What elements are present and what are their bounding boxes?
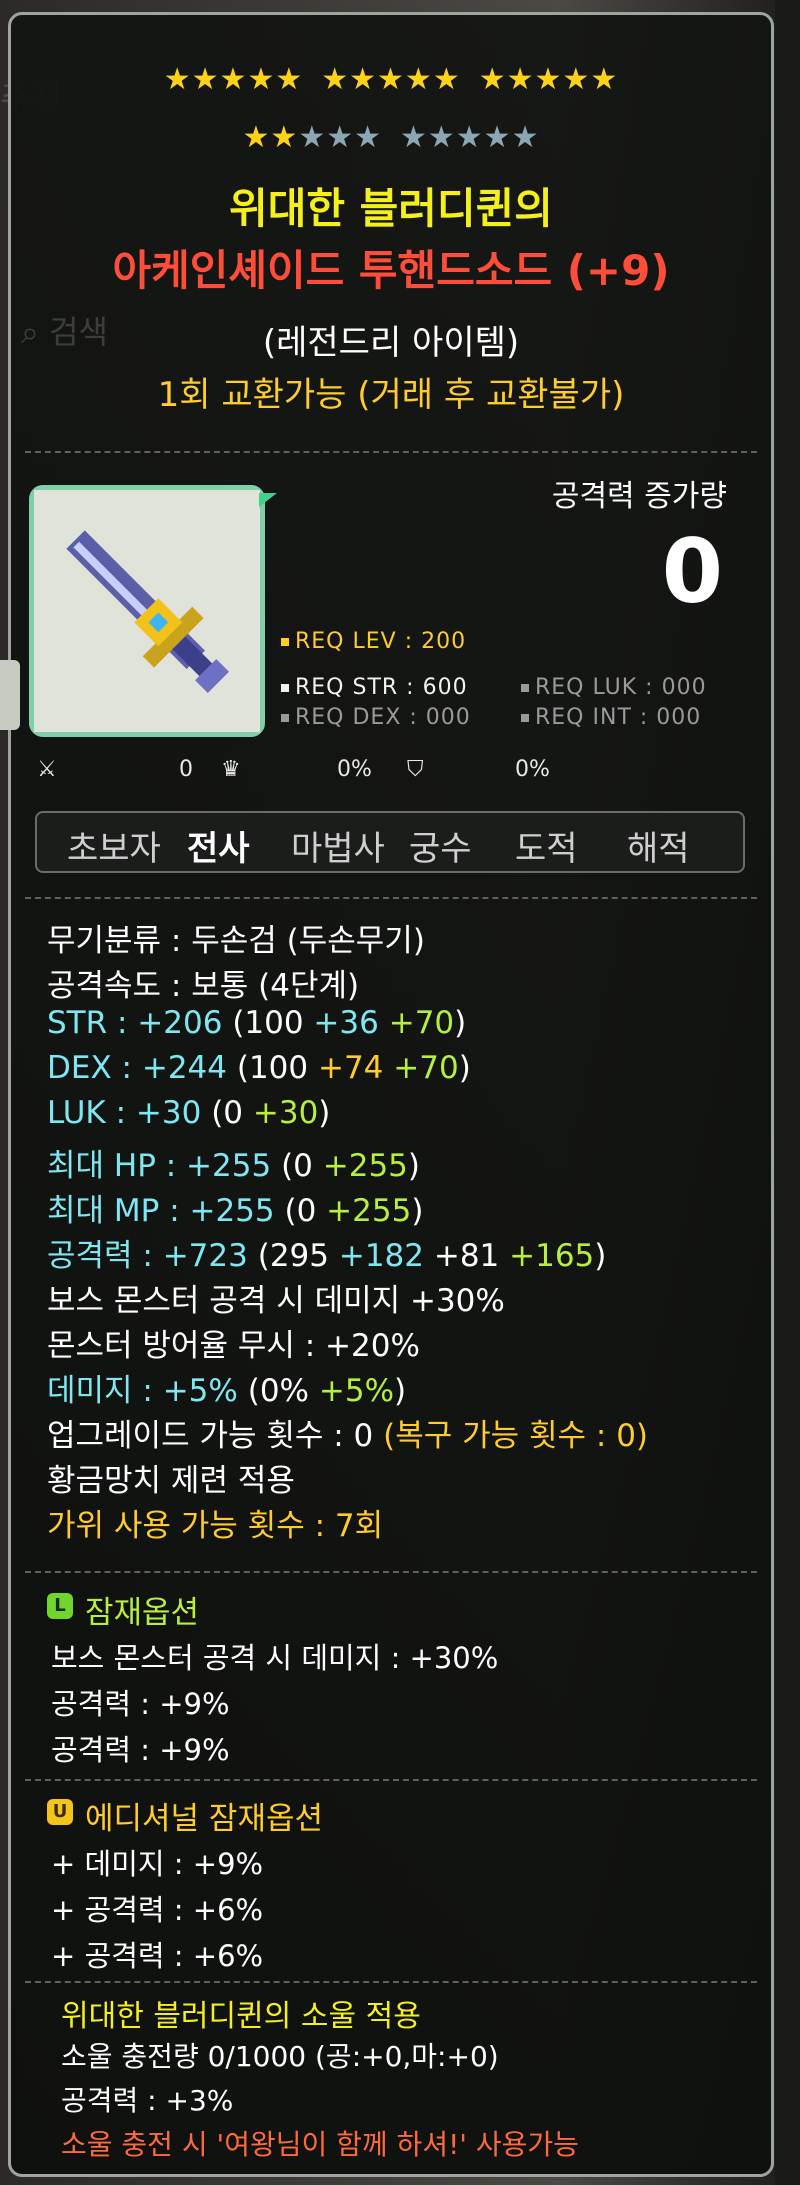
req-str: REQ STR : 600: [281, 675, 468, 700]
stat-golden-hammer: 황금망치 제련 적용: [47, 1463, 295, 1499]
soul-title: 위대한 블러디퀸의 소울 적용: [61, 1999, 421, 2034]
additional-line-2: + 공격력 : +6%: [51, 1893, 264, 1927]
req-dex: REQ DEX : 000: [281, 705, 471, 730]
mini-stat-1: 0: [179, 757, 193, 782]
stat-max-mp: 최대 MP : +255 (0 +255): [47, 1193, 424, 1229]
req-lev: REQ LEV : 200: [281, 629, 466, 654]
stat-dex: DEX : +244 (100 +74 +70): [47, 1050, 471, 1086]
stat-str: STR : +206 (100 +36 +70): [47, 1005, 467, 1041]
attack-speed: 공격속도 : 보통 (4단계): [47, 968, 360, 1004]
item-name-line2: 아케인셰이드 투핸드소드 (+9): [112, 246, 670, 295]
item-rarity: (레전드리 아이템): [262, 323, 520, 363]
mini-stat-3: 0%: [515, 757, 550, 782]
stat-max-hp: 최대 HP : +255 (0 +255): [47, 1148, 420, 1184]
additional-line-1: + 데미지 : +9%: [51, 1847, 264, 1881]
star-force-row-1: ★★★★★ ★★★★★ ★★★★★: [163, 62, 619, 97]
divider: [25, 451, 757, 453]
soul-attack: 공격력 : +3%: [61, 2084, 234, 2117]
mini-stat-2: 0%: [337, 757, 372, 782]
divider: [25, 897, 757, 899]
divider: [25, 1571, 757, 1573]
additional-potential-title: 에디셔널 잠재옵션: [85, 1801, 324, 1837]
job-archer: 궁수: [409, 829, 472, 869]
two-handed-sword-icon: [34, 490, 260, 732]
stat-luk: LUK : +30 (0 +30): [47, 1095, 331, 1131]
attack-increase-value: 0: [661, 520, 723, 623]
item-icon-frame: [29, 485, 265, 737]
req-int: REQ INT : 000: [521, 705, 701, 730]
item-flag-icon: [259, 493, 277, 507]
stat-damage: 데미지 : +5% (0% +5%): [47, 1373, 407, 1409]
item-name-line1: 위대한 블러디퀸의: [229, 184, 553, 233]
divider: [25, 1779, 757, 1781]
stat-upgrade-count: 업그레이드 가능 횟수 : 0 (복구 가능 횟수 : 0): [47, 1418, 649, 1454]
job-magician: 마법사: [291, 829, 385, 869]
stat-boss-damage: 보스 몬스터 공격 시 데미지 +30%: [47, 1283, 505, 1319]
stat-attack: 공격력 : +723 (295 +182 +81 +165): [47, 1238, 607, 1274]
additional-line-3: + 공격력 : +6%: [51, 1939, 264, 1973]
job-requirement-bar: 초보자 전사 마법사 궁수 도적 해적: [35, 811, 745, 873]
item-tooltip: ★★★★★ ★★★★★ ★★★★★ ★★★★★ ★★★★★ 위대한 블러디퀸의 아케인…: [8, 12, 774, 2177]
tooltip-edge-tab: [0, 660, 20, 730]
divider: [25, 1981, 757, 1983]
job-thief: 도적: [515, 829, 578, 869]
shield-icon: ⛉: [407, 757, 424, 782]
weapon-category: 무기분류 : 두손검 (두손무기): [47, 923, 425, 959]
legendary-potential-badge: L: [47, 1593, 73, 1619]
attack-increase-label: 공격력 증가량: [551, 479, 727, 514]
job-warrior: 전사: [187, 829, 250, 869]
job-beginner: 초보자: [67, 829, 161, 869]
potential-line-3: 공격력 : +9%: [51, 1733, 230, 1767]
potential-line-2: 공격력 : +9%: [51, 1687, 230, 1721]
job-pirate: 해적: [627, 829, 690, 869]
crown-icon: ♛: [221, 757, 241, 782]
unique-additional-badge: U: [47, 1799, 73, 1825]
potential-line-1: 보스 몬스터 공격 시 데미지 : +30%: [51, 1641, 499, 1675]
soul-skill-usable: 소울 충전 시 '여왕님이 함께 하셔!' 사용가능: [61, 2128, 579, 2161]
stat-ignore-defense: 몬스터 방어율 무시 : +20%: [47, 1328, 420, 1364]
boss-damage-mini-icon: ⚔: [37, 757, 57, 782]
soul-charge: 소울 충전량 0/1000 (공:+0,마:+0): [61, 2040, 499, 2073]
potential-title: 잠재옵션: [85, 1595, 200, 1631]
star-force-row-2: ★★★★★ ★★★★★: [242, 120, 540, 155]
trade-info: 1회 교환가능 (거래 후 교환불가): [157, 375, 625, 415]
stat-scissors: 가위 사용 가능 횟수 : 7회: [47, 1508, 384, 1544]
right-panel: [775, 0, 800, 2185]
req-luk: REQ LUK : 000: [521, 675, 707, 700]
